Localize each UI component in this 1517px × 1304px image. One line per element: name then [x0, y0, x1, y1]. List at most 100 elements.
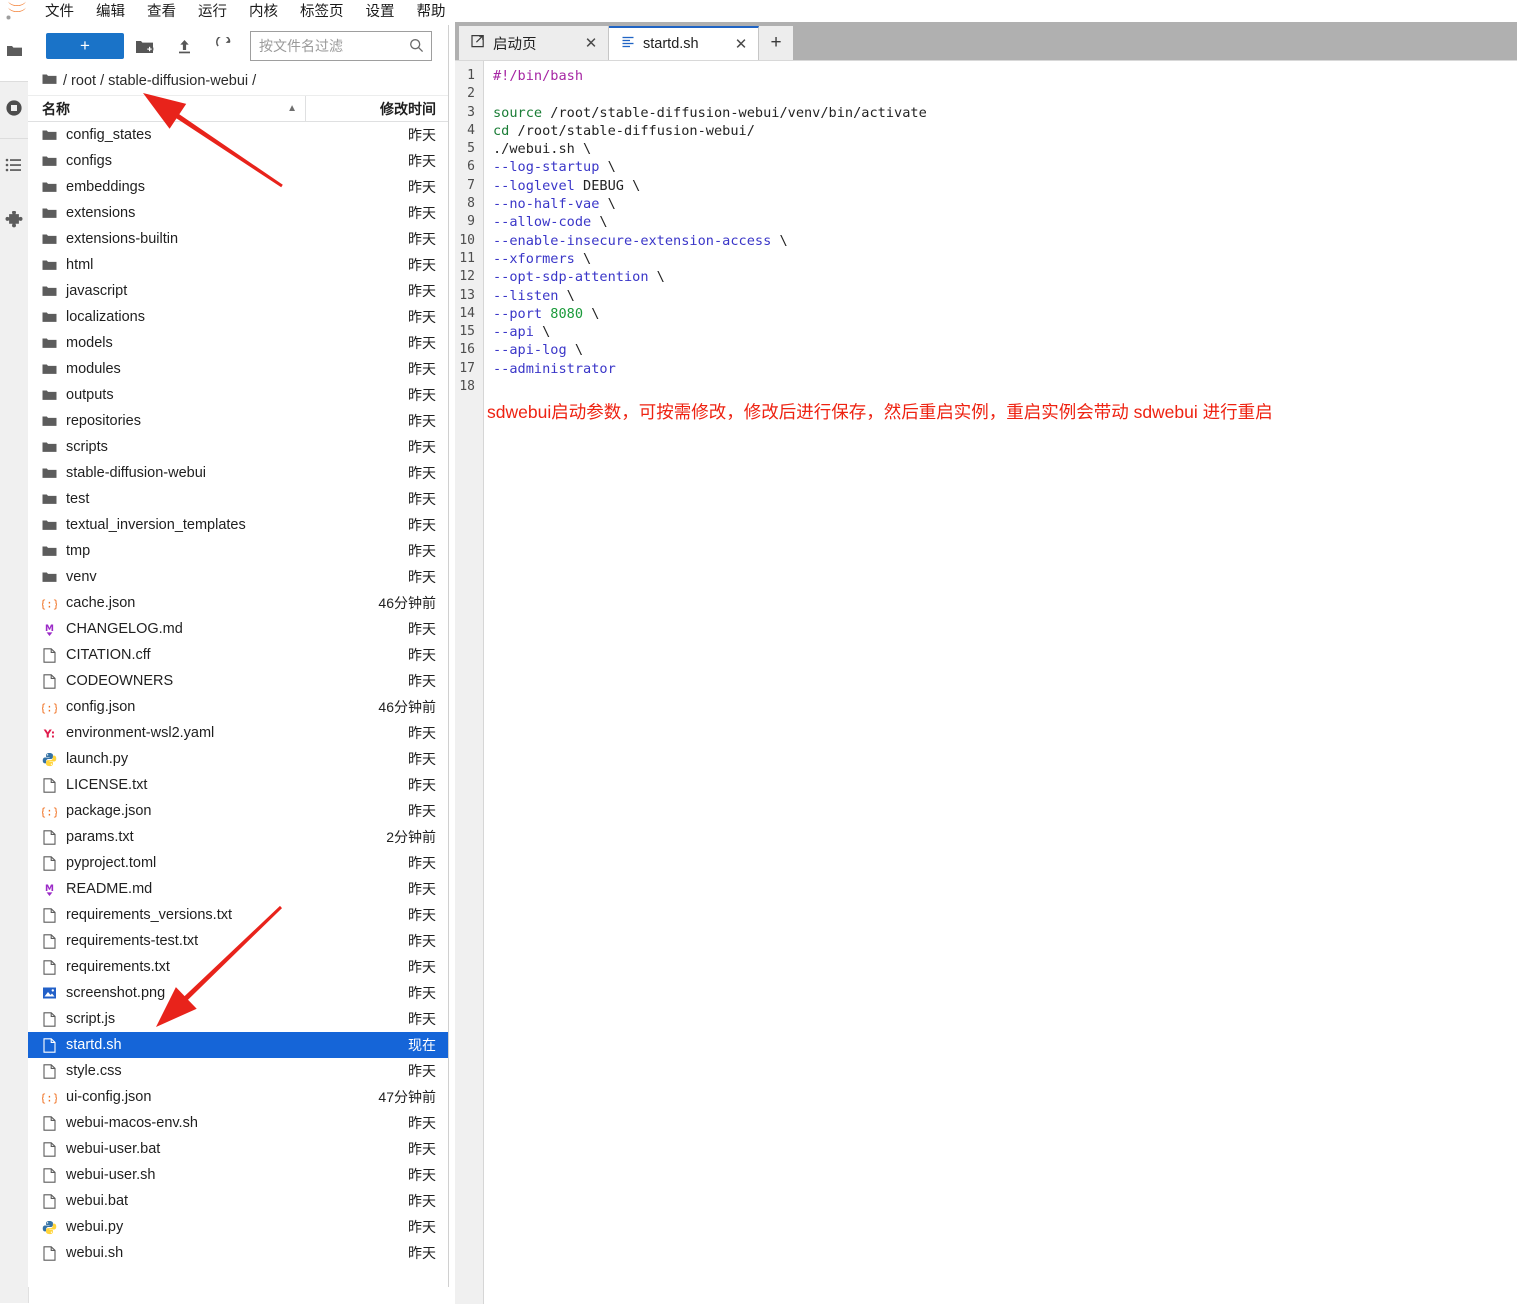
file-row[interactable]: webui-user.sh 昨天 [28, 1162, 448, 1188]
file-row[interactable]: scripts 昨天 [28, 434, 448, 460]
rail-item-file-browser[interactable] [0, 25, 28, 81]
code-line: 15 --api \ [455, 323, 1517, 341]
refresh-icon[interactable] [204, 31, 244, 61]
file-filter-search[interactable] [250, 31, 432, 61]
file-row-label: webui.bat [66, 1193, 129, 1209]
file-row[interactable]: {:} cache.json 46分钟前 [28, 590, 448, 616]
file-row[interactable]: test 昨天 [28, 486, 448, 512]
line-number: 7 [467, 177, 475, 193]
file-row[interactable]: requirements_versions.txt 昨天 [28, 902, 448, 928]
code-token: \ [558, 287, 575, 304]
file-row[interactable]: pyproject.toml 昨天 [28, 850, 448, 876]
column-header-modified[interactable]: 修改时间 [306, 99, 448, 119]
file-row-name-cell: {:} cache.json [28, 595, 306, 611]
file-row[interactable]: modules 昨天 [28, 356, 448, 382]
menu-item-help[interactable]: 帮助 [406, 0, 457, 25]
code-line-text: --log-startup \ [483, 158, 616, 176]
file-row[interactable]: repositories 昨天 [28, 408, 448, 434]
file-row[interactable]: textual_inversion_templates 昨天 [28, 512, 448, 538]
folder-icon [42, 465, 57, 481]
file-row[interactable]: venv 昨天 [28, 564, 448, 590]
new-launcher-button[interactable]: + [46, 33, 124, 59]
file-row[interactable]: extensions 昨天 [28, 200, 448, 226]
file-row[interactable]: extensions-builtin 昨天 [28, 226, 448, 252]
code-line: 4 cd /root/stable-diffusion-webui/ [455, 122, 1517, 140]
file-row-name-cell: startd.sh [28, 1037, 306, 1053]
menu-item-kernel[interactable]: 内核 [238, 0, 289, 25]
file-row[interactable]: tmp 昨天 [28, 538, 448, 564]
file-row[interactable]: CODEOWNERS 昨天 [28, 668, 448, 694]
file-row[interactable]: html 昨天 [28, 252, 448, 278]
new-folder-icon[interactable] [124, 31, 164, 61]
rail-item-extension-manager[interactable] [0, 195, 28, 251]
menu-item-run[interactable]: 运行 [187, 0, 238, 25]
file-row-name-cell: extensions-builtin [28, 231, 306, 247]
file-row[interactable]: webui.sh 昨天 [28, 1240, 448, 1266]
file-row[interactable]: requirements.txt 昨天 [28, 954, 448, 980]
file-row[interactable]: launch.py 昨天 [28, 746, 448, 772]
folder-icon [42, 309, 57, 325]
code-line-text: --loglevel DEBUG \ [483, 177, 640, 195]
file-row-name-cell: scripts [28, 439, 306, 455]
column-header-name[interactable]: 名称 ▲ [28, 96, 306, 121]
file-row[interactable]: M README.md 昨天 [28, 876, 448, 902]
close-icon[interactable]: ✕ [734, 35, 748, 53]
folder-icon [42, 517, 57, 533]
new-tab-button[interactable]: + [759, 26, 793, 60]
file-row[interactable]: CITATION.cff 昨天 [28, 642, 448, 668]
search-input[interactable] [251, 32, 431, 60]
breadcrumb[interactable]: / root / stable-diffusion-webui / [28, 67, 448, 96]
code-token: --port [493, 305, 543, 322]
file-row-name-cell: webui-user.sh [28, 1167, 306, 1183]
file-row[interactable]: localizations 昨天 [28, 304, 448, 330]
code-content[interactable]: 1 #!/bin/bash 2 3 source /root/stable-diffus… [455, 61, 1517, 396]
menu-item-view[interactable]: 查看 [136, 0, 187, 25]
file-row[interactable]: webui.py 昨天 [28, 1214, 448, 1240]
upload-icon[interactable] [164, 31, 204, 61]
file-row-modified: 昨天 [408, 1011, 436, 1027]
file-row[interactable]: configs 昨天 [28, 148, 448, 174]
file-row-modified: 昨天 [408, 1167, 436, 1183]
file-row[interactable]: models 昨天 [28, 330, 448, 356]
menu-item-settings[interactable]: 设置 [355, 0, 406, 25]
file-row[interactable]: {:} ui-config.json 47分钟前 [28, 1084, 448, 1110]
rail-item-table-of-contents[interactable] [0, 139, 28, 195]
file-row[interactable]: script.js 昨天 [28, 1006, 448, 1032]
file-row-modified: 昨天 [408, 647, 436, 663]
file-row[interactable]: Y: environment-wsl2.yaml 昨天 [28, 720, 448, 746]
rail-item-running-sessions[interactable] [0, 82, 28, 138]
file-row[interactable]: javascript 昨天 [28, 278, 448, 304]
file-row[interactable]: webui-macos-env.sh 昨天 [28, 1110, 448, 1136]
editor-tab-1[interactable]: 启动页 ✕ [459, 26, 609, 60]
file-row[interactable]: LICENSE.txt 昨天 [28, 772, 448, 798]
file-list[interactable]: config_states 昨天 configs 昨天 embeddings 昨天 exte… [28, 122, 448, 1287]
menu-item-edit[interactable]: 编辑 [85, 0, 136, 25]
launcher-icon [471, 34, 485, 52]
editor-tabs[interactable]: 启动页 ✕ startd.sh ✕ + [459, 26, 793, 60]
file-row[interactable]: params.txt 2分钟前 [28, 824, 448, 850]
file-row-label: test [66, 491, 90, 507]
file-row[interactable]: screenshot.png 昨天 [28, 980, 448, 1006]
menu-item-tabs[interactable]: 标签页 [289, 0, 355, 25]
editor-tab-2[interactable]: startd.sh ✕ [609, 26, 759, 60]
file-row[interactable]: requirements-test.txt 昨天 [28, 928, 448, 954]
file-row-modified: 昨天 [408, 205, 436, 221]
file-row[interactable]: config_states 昨天 [28, 122, 448, 148]
file-row[interactable]: embeddings 昨天 [28, 174, 448, 200]
menu-item-file[interactable]: 文件 [34, 0, 85, 25]
file-row[interactable]: webui.bat 昨天 [28, 1188, 448, 1214]
file-row[interactable]: stable-diffusion-webui 昨天 [28, 460, 448, 486]
file-row-selected[interactable]: startd.sh 现在 [28, 1032, 448, 1058]
breadcrumb-path[interactable]: / root / stable-diffusion-webui / [63, 73, 256, 89]
file-row[interactable]: M CHANGELOG.md 昨天 [28, 616, 448, 642]
file-row[interactable]: webui-user.bat 昨天 [28, 1136, 448, 1162]
code-editor[interactable]: 1 #!/bin/bash 2 3 source /root/stable-diffus… [455, 60, 1517, 1304]
close-icon[interactable]: ✕ [584, 34, 598, 52]
folder-icon [42, 283, 57, 299]
file-row-modified: 昨天 [408, 673, 436, 689]
file-row[interactable]: outputs 昨天 [28, 382, 448, 408]
code-line: 5 ./webui.sh \ [455, 140, 1517, 158]
file-row[interactable]: style.css 昨天 [28, 1058, 448, 1084]
file-row[interactable]: {:} package.json 昨天 [28, 798, 448, 824]
file-row[interactable]: {:} config.json 46分钟前 [28, 694, 448, 720]
